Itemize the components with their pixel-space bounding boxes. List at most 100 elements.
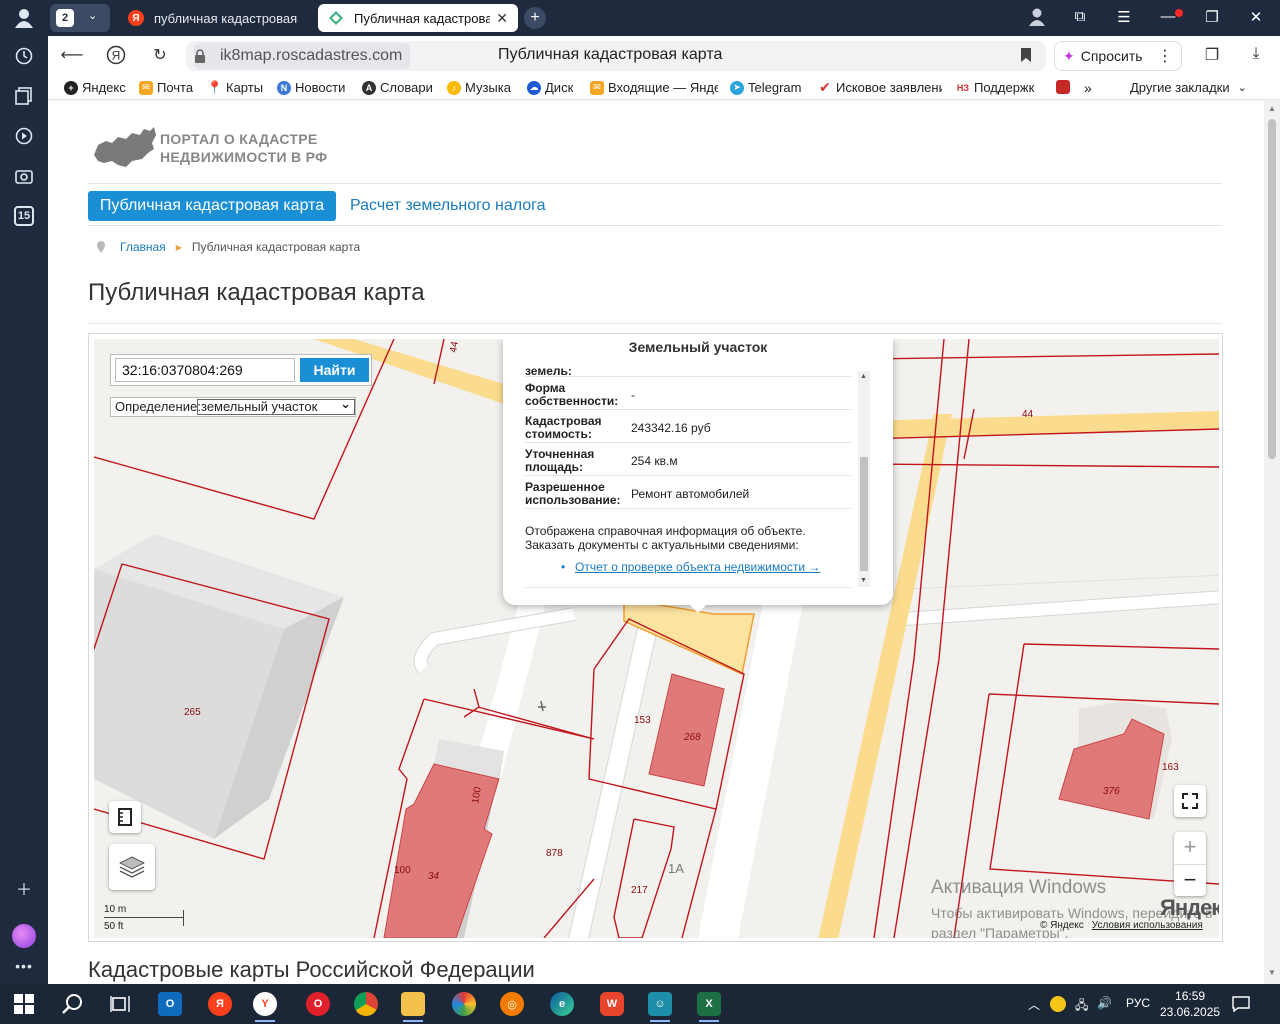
bookmarks-bar: + Яндекс ✉ Почта 📍 Карты N Новости A Словари … <box>48 76 1280 100</box>
minimize-icon[interactable]: — <box>1153 8 1183 25</box>
breadcrumb-arrow-icon: ▶ <box>175 242 182 252</box>
layers-button[interactable] <box>109 844 155 890</box>
divider <box>88 183 1222 184</box>
tab-inactive[interactable]: Я публичная кадастровая к <box>118 4 310 32</box>
reading-list-icon[interactable]: ❐ <box>1200 45 1224 67</box>
new-tab-button[interactable]: + <box>524 7 546 29</box>
tray-app-icon[interactable] <box>1050 996 1066 1012</box>
bookmark-support[interactable]: НЗ Поддержк <box>956 80 1042 95</box>
nav-tab-land-tax[interactable]: Расчет земельного налога <box>350 197 546 215</box>
cadastral-map[interactable]: 44 265 153 268 376 163 100 34 878 217 1А… <box>94 339 1219 938</box>
tab-group-count: 2 <box>56 9 74 27</box>
terms-link[interactable]: Условия использования <box>1092 920 1203 931</box>
search-icon[interactable] <box>60 992 84 1016</box>
fullscreen-button[interactable] <box>1174 785 1206 817</box>
zoom-in-button[interactable]: + <box>1174 832 1206 864</box>
tab-group[interactable]: 2 ⌄ <box>50 4 110 32</box>
messenger-app-icon[interactable]: ☺ <box>648 992 672 1022</box>
excel-icon[interactable]: X <box>697 992 721 1022</box>
tabs-icon[interactable]: ⧉ <box>1065 8 1095 25</box>
yandex-favicon-icon: Я <box>128 10 144 26</box>
network-icon[interactable]: 🖧 <box>1075 996 1088 1017</box>
bookmark-disk[interactable]: ☁ Диск <box>527 80 573 95</box>
ruler-button[interactable] <box>109 801 141 833</box>
close-tab-icon[interactable]: ✕ <box>496 10 508 27</box>
bookmark-music[interactable]: ♪ Музыка <box>447 80 511 95</box>
profile-icon[interactable] <box>12 6 36 30</box>
scroll-up-icon: ▲ <box>860 373 867 380</box>
edge-icon[interactable]: e <box>550 992 574 1016</box>
account-icon[interactable] <box>1022 8 1052 30</box>
label-parcel-153: 153 <box>634 715 651 726</box>
bookmark-dictionaries[interactable]: A Словари <box>362 80 433 95</box>
omnibox[interactable]: ik8map.roscadastres.com Публичная кадаст… <box>186 41 1046 71</box>
alice-assistant-icon[interactable] <box>12 924 36 948</box>
bookmark-mail[interactable]: ✉ Почта <box>139 80 193 95</box>
windows-start-icon[interactable] <box>12 992 36 1016</box>
scroll-down-icon: ▼ <box>860 577 867 584</box>
screenshot-icon[interactable] <box>12 164 36 188</box>
volume-icon[interactable]: 🔊 <box>1097 996 1112 1010</box>
calendar-badge[interactable]: 15 <box>14 206 34 226</box>
divider <box>88 225 1222 226</box>
bookmark-claim[interactable]: ✔ Исковое заявлени <box>818 80 942 95</box>
outlook-icon[interactable]: O <box>158 992 182 1016</box>
definition-select[interactable]: земельный участок <box>197 397 355 415</box>
menu-icon[interactable]: ☰ <box>1109 8 1139 26</box>
more-icon[interactable]: ••• <box>12 958 36 974</box>
ruler-icon <box>118 808 132 826</box>
tab-active[interactable]: Публичная кадастровая ✕ <box>318 4 518 32</box>
close-window-icon[interactable]: ✕ <box>1241 8 1271 26</box>
notifications-icon[interactable] <box>1232 996 1250 1015</box>
breadcrumb: Главная ▶ Публичная кадастровая карта <box>96 240 360 254</box>
burn-app-icon[interactable]: ◎ <box>500 992 524 1016</box>
bookmark-yandex[interactable]: + Яндекс <box>64 80 126 95</box>
download-icon[interactable]: ⤓ <box>1244 45 1268 67</box>
back-icon[interactable]: ⟵ <box>60 45 84 67</box>
ask-button[interactable]: ✦ Спросить ⋮ <box>1054 41 1182 71</box>
system-clock[interactable]: 16:59 23.06.2025 <box>1160 988 1220 1020</box>
history-icon[interactable] <box>12 44 36 68</box>
definition-panel: Определение: земельный участок <box>110 397 356 417</box>
yandex-app-icon[interactable]: Я <box>208 992 232 1016</box>
yandex-browser-icon[interactable]: Y <box>253 992 277 1022</box>
restore-icon[interactable]: ❐ <box>1197 8 1227 26</box>
breadcrumb-home[interactable]: Главная <box>120 240 166 254</box>
checkmark-icon: ✔ <box>818 80 832 95</box>
bookmark-inbox[interactable]: ✉ Входящие — Янде <box>590 80 718 95</box>
bookmark-telegram[interactable]: ➤ Telegram <box>730 80 801 95</box>
language-indicator[interactable]: РУС <box>1126 996 1150 1010</box>
cadastral-number-input[interactable] <box>115 358 295 382</box>
add-panel-icon[interactable]: ＋ <box>12 876 36 900</box>
yandex-home-icon[interactable]: Я <box>104 45 128 67</box>
video-icon[interactable] <box>12 124 36 148</box>
address-host[interactable]: ik8map.roscadastres.com <box>194 43 411 69</box>
wps-office-icon[interactable]: W <box>600 992 624 1016</box>
task-view-icon[interactable] <box>108 992 132 1016</box>
other-bookmarks[interactable]: Другие закладки ⌄ <box>1130 80 1247 95</box>
popup-scrollbar[interactable]: ▲ ▼ <box>858 371 870 587</box>
bookmark-news[interactable]: N Новости <box>277 80 345 95</box>
photos-icon[interactable] <box>452 992 476 1016</box>
svg-text:Я: Я <box>112 49 121 63</box>
property-report-link[interactable]: Отчет о проверке объекта недвижимости → <box>561 560 820 574</box>
collections-icon[interactable] <box>12 84 36 108</box>
bookmark-icon[interactable] <box>1020 47 1032 63</box>
breadcrumb-current: Публичная кадастровая карта <box>191 240 361 254</box>
popup-note: Отображена справочная информация об объе… <box>525 524 806 552</box>
file-explorer-icon[interactable] <box>401 992 425 1022</box>
page-scrollbar[interactable]: ▲ ▼ <box>1264 101 1280 984</box>
opera-icon[interactable]: O <box>306 992 330 1016</box>
divider <box>525 587 851 588</box>
more-bookmarks-icon[interactable]: » <box>1084 80 1092 96</box>
chrome-icon[interactable] <box>354 992 378 1016</box>
bookmark-maps[interactable]: 📍 Карты <box>208 80 263 95</box>
label-road-44: 44 <box>1022 409 1034 420</box>
reload-icon[interactable]: ↻ <box>148 45 172 67</box>
tab-title: публичная кадастровая к <box>154 10 300 26</box>
tray-chevron-icon[interactable]: ︿ <box>1028 996 1040 1013</box>
bookmark-emblem[interactable] <box>1056 80 1074 94</box>
nav-tab-cadastral-map[interactable]: Публичная кадастровая карта <box>88 191 336 221</box>
find-button[interactable]: Найти <box>300 358 369 382</box>
more-vertical-icon[interactable]: ⋮ <box>1157 46 1173 66</box>
